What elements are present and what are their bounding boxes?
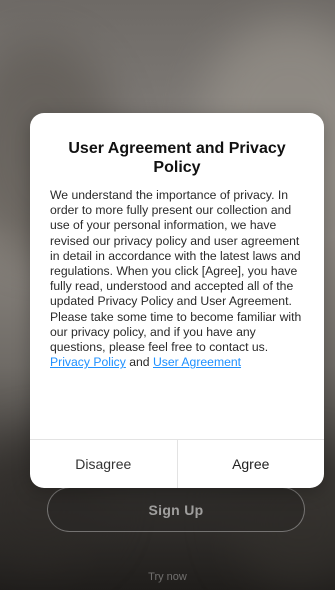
try-now-link[interactable]: Try now	[0, 571, 335, 583]
privacy-dialog: User Agreement and Privacy Policy We und…	[30, 113, 324, 488]
dialog-actions: Disagree Agree	[30, 439, 324, 488]
agree-button[interactable]: Agree	[178, 440, 325, 488]
dialog-links: Privacy Policy and User Agreement	[50, 355, 310, 370]
disagree-button[interactable]: Disagree	[30, 440, 178, 488]
user-agreement-link[interactable]: User Agreement	[153, 355, 241, 369]
sign-up-button[interactable]: Sign Up	[47, 487, 305, 532]
privacy-policy-link[interactable]: Privacy Policy	[50, 355, 126, 369]
app-screen: Sign Up Try now User Agreement and Priva…	[0, 0, 335, 590]
dialog-title: User Agreement and Privacy Policy	[68, 140, 286, 176]
dialog-body: We understand the importance of privacy.…	[50, 188, 310, 370]
dialog-body-text: We understand the importance of privacy.…	[50, 188, 302, 355]
and-text: and	[129, 355, 153, 370]
